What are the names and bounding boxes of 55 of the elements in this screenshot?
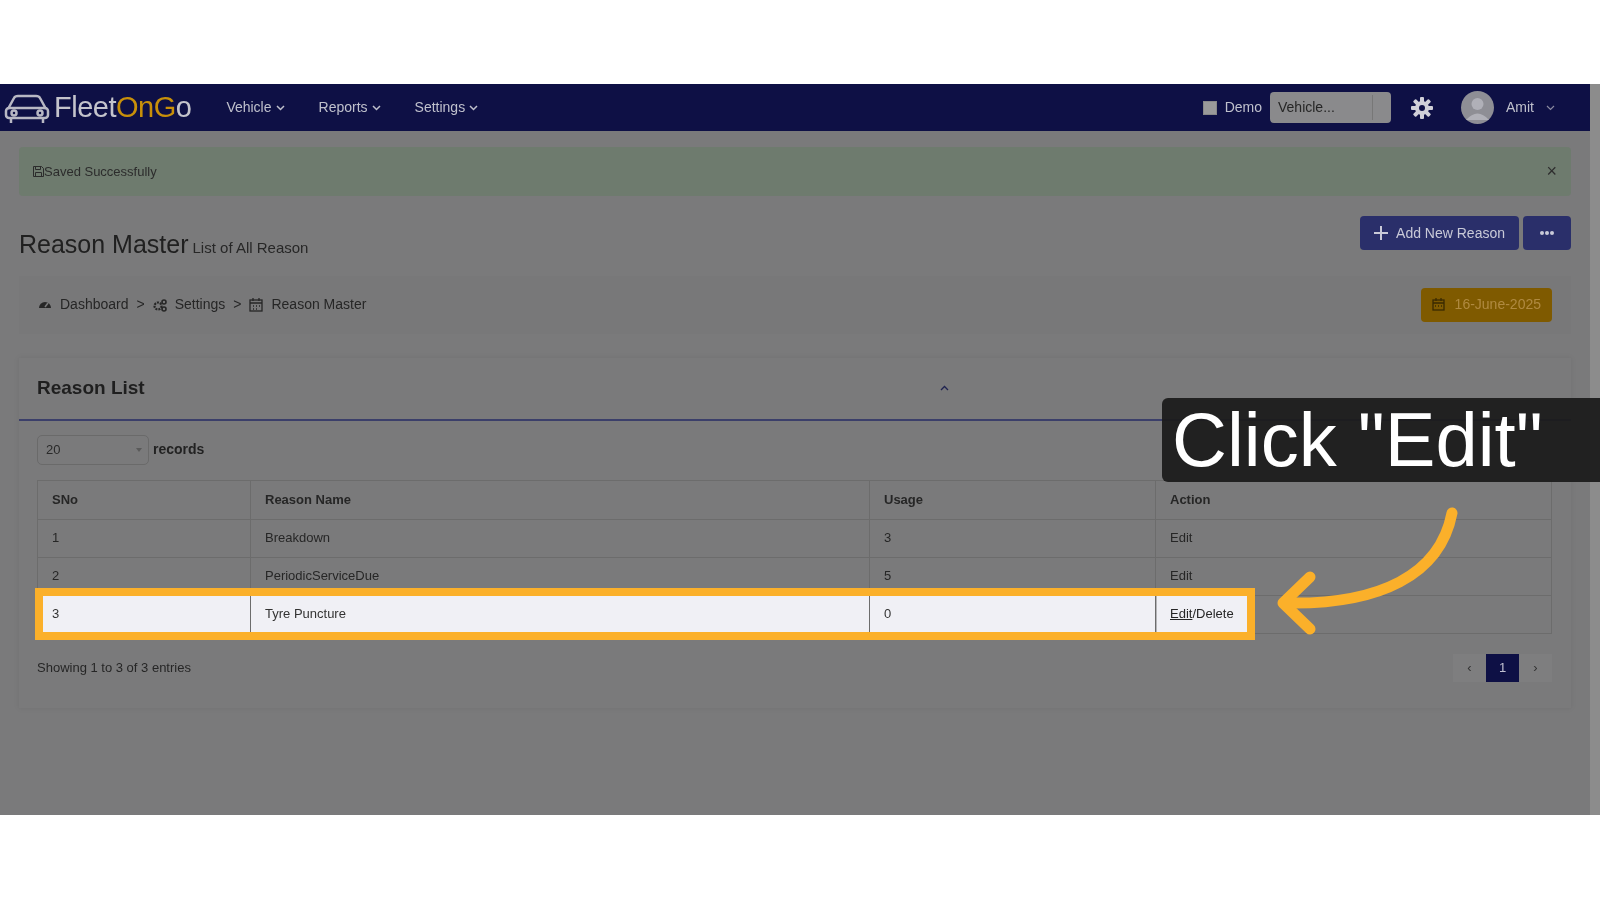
chevron-down-icon (1546, 104, 1555, 111)
page-button[interactable]: 1 (1486, 653, 1519, 682)
column-header: Reason Name (250, 480, 870, 519)
page-size-select[interactable]: 20 (37, 434, 149, 465)
chevron-down-icon (469, 104, 479, 111)
breadcrumb-link[interactable]: Settings (174, 294, 226, 315)
next-page-button[interactable]: › (1519, 653, 1552, 682)
breadcrumb-link[interactable]: Dashboard (60, 294, 129, 315)
card-title: Reason List (37, 375, 145, 400)
nav-menu[interactable]: Settings (408, 96, 485, 119)
action-separator: / (1192, 605, 1197, 624)
column-header: Usage (869, 480, 1156, 519)
gauge-icon (38, 301, 52, 308)
date-button[interactable]: 16-June-2025 (1420, 287, 1552, 322)
action-link[interactable]: Edit (1170, 566, 1193, 586)
plus-icon (1374, 226, 1389, 240)
demo-checkbox[interactable] (1202, 100, 1217, 115)
column-header: SNo (37, 480, 251, 519)
calendar-icon (249, 297, 264, 312)
breadcrumb-separator: > (233, 295, 242, 314)
chevron-down-icon (275, 104, 285, 111)
nav-menu[interactable]: Vehicle (220, 96, 291, 119)
callout-text: Click "Edit" (1171, 402, 1543, 478)
action-link[interactable]: Edit (1170, 528, 1193, 548)
page-subtitle: List of All Reason (192, 238, 309, 258)
demo-label: Demo (1224, 98, 1262, 117)
page-title: Reason Master (19, 229, 189, 260)
logo-text: FleetOnGo (54, 89, 192, 125)
entries-info: Showing 1 to 3 of 3 entries (37, 658, 191, 677)
nav-menu[interactable]: Reports (312, 96, 387, 119)
table-cell: Tyre Puncture (250, 595, 870, 633)
table-cell: 3 (869, 519, 1156, 557)
user-menu[interactable]: Amit (1500, 96, 1561, 119)
gears-icon (152, 297, 167, 312)
avatar-icon[interactable] (1461, 91, 1494, 124)
table-cell: 0 (869, 595, 1156, 633)
previous-page-button[interactable]: ‹ (1453, 653, 1486, 682)
action-link[interactable]: Edit (1170, 604, 1193, 624)
close-button[interactable]: × (1546, 158, 1557, 185)
add-button[interactable]: Add New Reason (1360, 216, 1519, 250)
caret-down-icon (136, 447, 142, 452)
more-button[interactable] (1523, 216, 1571, 250)
alert-message: Saved Successfully (44, 162, 157, 181)
action-link[interactable]: Delete (1196, 604, 1234, 624)
vehicle-select[interactable]: Vehicle... (1270, 92, 1391, 123)
chevron-down-icon (371, 104, 381, 111)
table-cell: 1 (37, 519, 251, 557)
chevron-up-icon[interactable] (939, 385, 949, 391)
breadcrumb-link[interactable]: Reason Master (271, 294, 367, 315)
table-cell: Breakdown (250, 519, 870, 557)
records-label: records (153, 440, 205, 459)
breadcrumb-separator: > (136, 295, 145, 314)
ellipsis-icon (1540, 231, 1554, 235)
calendar-icon (1431, 298, 1445, 311)
settings-icon[interactable] (1411, 96, 1433, 119)
